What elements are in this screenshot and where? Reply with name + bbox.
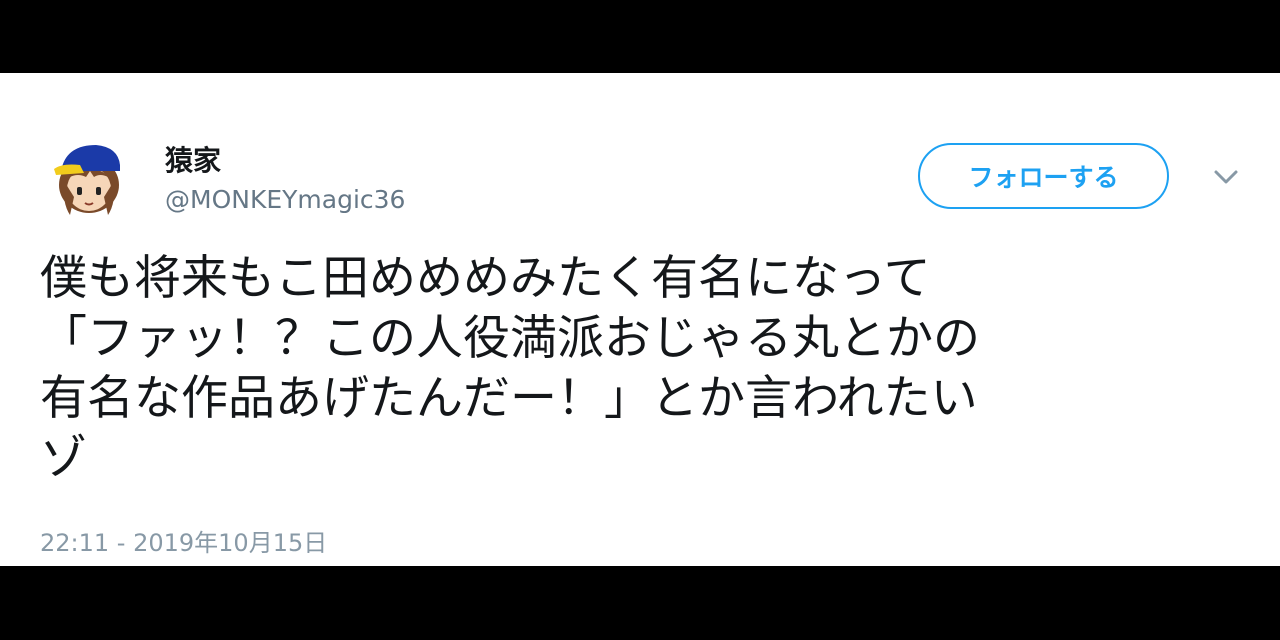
user-handle[interactable]: @MONKEYmagic36: [165, 185, 405, 214]
follow-button[interactable]: フォローする: [918, 143, 1169, 209]
tweet-text: 僕も将来もこ田めめめみたく有名になって 「ファッ！？この人役満派おじゃる丸とかの…: [40, 251, 980, 486]
display-name[interactable]: 猿家: [165, 139, 221, 179]
chevron-down-icon[interactable]: [1210, 165, 1242, 189]
letterbox-top: [0, 0, 1280, 73]
letterbox-bottom: [0, 566, 1280, 640]
character-avatar-icon: [54, 145, 120, 215]
user-avatar[interactable]: [50, 137, 128, 219]
tweet-timestamp[interactable]: 22:11 - 2019年10月15日: [40, 523, 327, 558]
tweet-card: 猿家 @MONKEYmagic36 フォローする 僕も将来もこ田めめめみたく有名…: [0, 73, 1280, 566]
